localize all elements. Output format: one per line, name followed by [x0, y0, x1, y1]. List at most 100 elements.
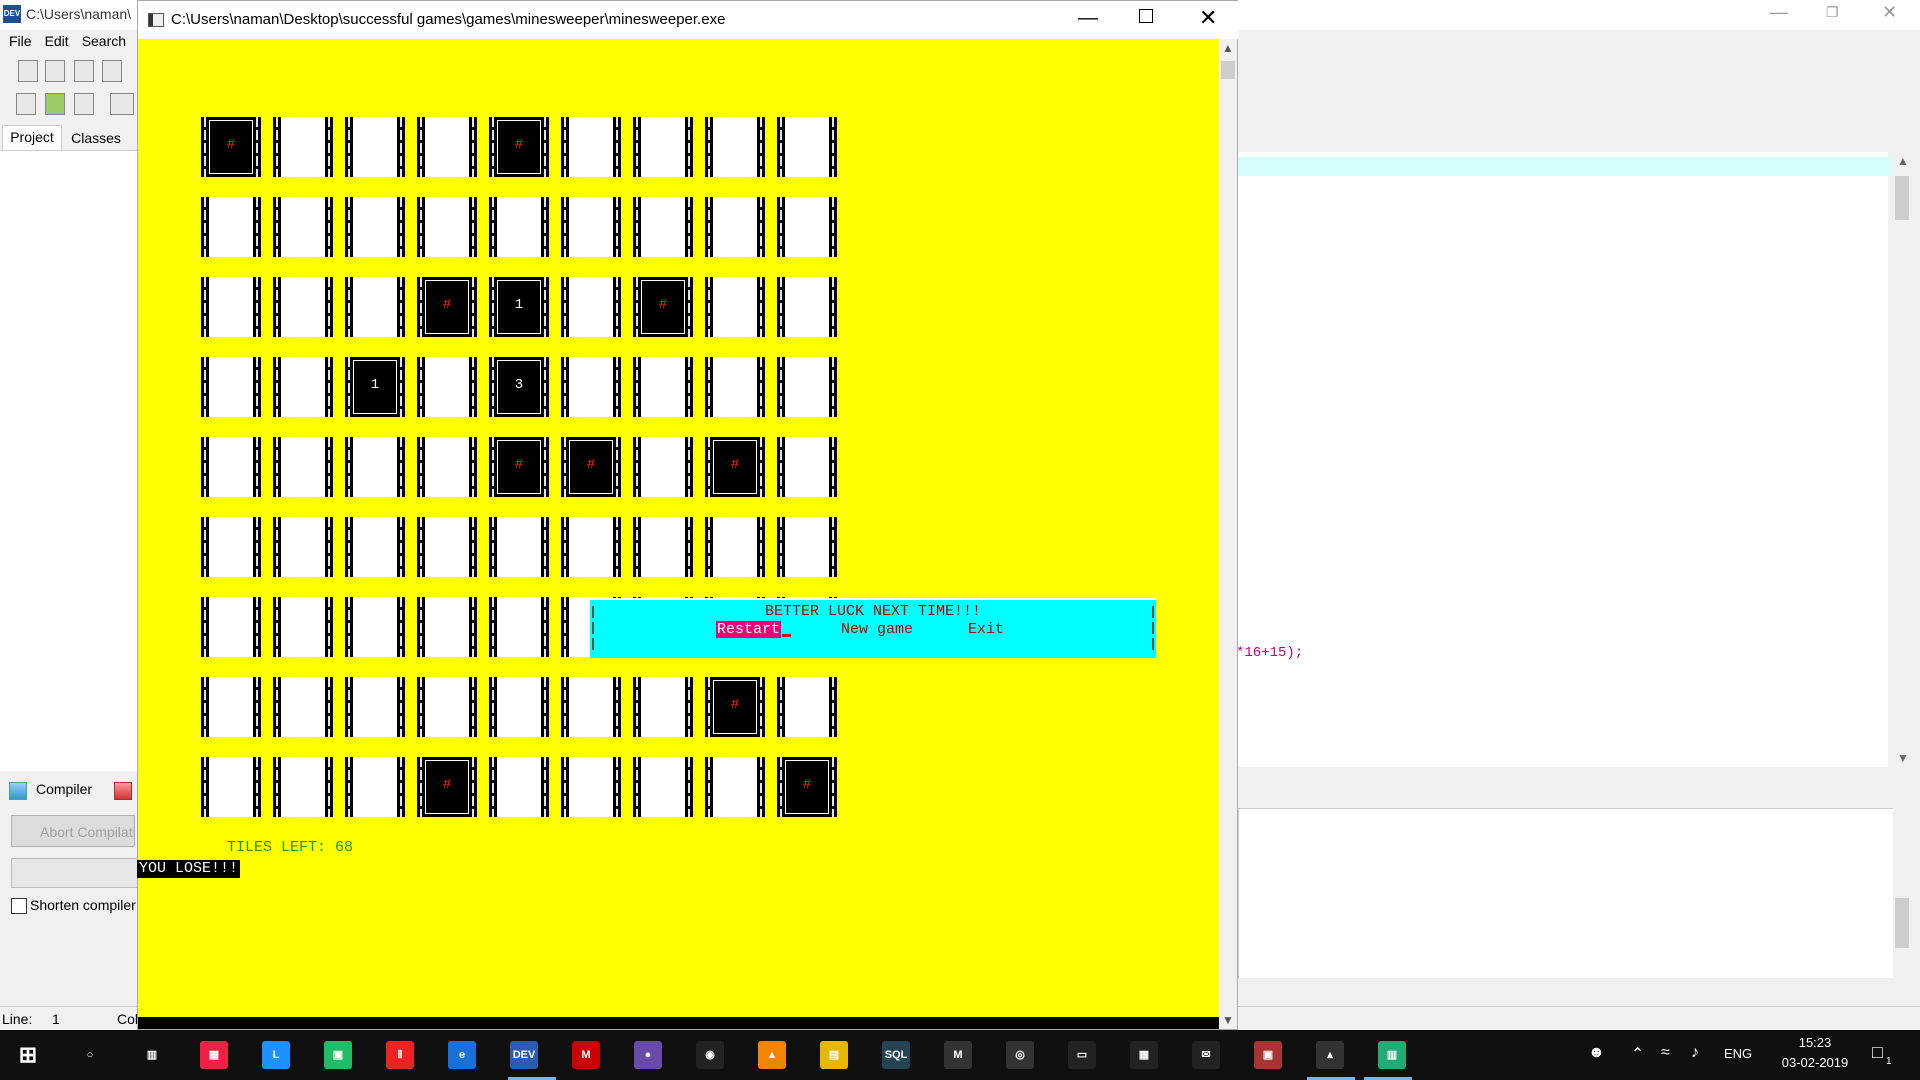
mcafee-icon[interactable]: M [572, 1041, 600, 1069]
hidden-tile[interactable] [633, 357, 693, 417]
hidden-tile[interactable] [345, 517, 405, 577]
ide-minimize-icon[interactable]: — [1770, 2, 1788, 23]
file-explorer-icon[interactable]: ▤ [820, 1041, 848, 1069]
abort-compilation-button[interactable]: Abort Compilation [11, 815, 135, 847]
notification-icon[interactable]: □ [1872, 1042, 1883, 1063]
mine-tile[interactable]: # [633, 277, 693, 337]
mine-tile[interactable]: # [489, 437, 549, 497]
compiler-tab[interactable]: Compiler [0, 777, 137, 803]
hidden-tile[interactable] [705, 757, 765, 817]
mysql-icon[interactable]: SQL [882, 1041, 910, 1069]
output-scroll-thumb[interactable] [1895, 898, 1909, 948]
mine-tile[interactable]: # [561, 437, 621, 497]
scroll-thumb[interactable] [1895, 176, 1909, 220]
people-icon[interactable]: ☻ [1588, 1044, 1605, 1062]
hidden-tile[interactable] [489, 677, 549, 737]
store-icon[interactable]: ▣ [324, 1041, 352, 1069]
edge-icon[interactable]: e [448, 1041, 476, 1069]
save-all-icon[interactable] [102, 60, 122, 82]
ide-restore-icon[interactable]: ❐ [1826, 4, 1839, 21]
hidden-tile[interactable] [201, 517, 261, 577]
resources-icon[interactable] [114, 782, 132, 800]
mine-tile[interactable]: # [417, 277, 477, 337]
hidden-tile[interactable] [201, 597, 261, 657]
toolbar-icon-c[interactable] [74, 93, 94, 115]
start-icon[interactable]: ⊞ [14, 1041, 42, 1069]
photos-icon[interactable]: ▴ [1316, 1041, 1344, 1069]
hidden-tile[interactable] [201, 437, 261, 497]
hidden-tile[interactable] [201, 757, 261, 817]
maximize-icon[interactable] [1139, 9, 1153, 23]
red-app-icon[interactable]: Ⅱ [386, 1041, 414, 1069]
tiles-app-icon[interactable]: ▦ [200, 1041, 228, 1069]
clock-date[interactable]: 03-02-2019 [1780, 1055, 1850, 1070]
hidden-tile[interactable] [561, 357, 621, 417]
cortana-icon[interactable]: ○ [76, 1041, 104, 1069]
volume-icon[interactable]: ♪ [1691, 1044, 1699, 1062]
camera-icon[interactable]: ◉ [696, 1041, 724, 1069]
hidden-tile[interactable] [201, 197, 261, 257]
console-scroll-up-icon[interactable]: ▲ [1222, 41, 1234, 55]
hidden-tile[interactable] [417, 437, 477, 497]
mine-tile[interactable]: # [777, 757, 837, 817]
hidden-tile[interactable] [561, 117, 621, 177]
hidden-tile[interactable] [345, 197, 405, 257]
network-icon[interactable]: ≈ [1661, 1044, 1670, 1062]
hidden-tile[interactable] [705, 197, 765, 257]
hidden-tile[interactable] [561, 277, 621, 337]
hidden-tile[interactable] [273, 277, 333, 337]
cmd-icon[interactable]: ▭ [1068, 1041, 1096, 1069]
hidden-tile[interactable] [417, 597, 477, 657]
toolbar-icon-d[interactable] [110, 93, 134, 115]
hidden-tile[interactable] [201, 677, 261, 737]
editor-scrollbar[interactable]: ▲ ▼ [1893, 152, 1911, 767]
console-app-icon[interactable]: ▥ [1378, 1041, 1406, 1069]
mine-tile[interactable]: # [489, 117, 549, 177]
hidden-tile[interactable] [777, 197, 837, 257]
shorten-paths-checkbox[interactable] [11, 898, 27, 914]
open-file-icon[interactable] [45, 60, 65, 82]
hidden-tile[interactable] [705, 357, 765, 417]
hidden-tile[interactable] [705, 277, 765, 337]
exit-button[interactable]: Exit [968, 621, 1004, 638]
hidden-tile[interactable] [273, 117, 333, 177]
hidden-tile[interactable] [561, 197, 621, 257]
hidden-tile[interactable] [777, 437, 837, 497]
mine-tile[interactable]: # [417, 757, 477, 817]
hidden-tile[interactable] [345, 117, 405, 177]
minimize-icon[interactable]: — [1078, 7, 1098, 30]
hidden-tile[interactable] [417, 117, 477, 177]
output-hscrollbar[interactable] [1238, 978, 1893, 994]
eclipse-icon[interactable]: ● [634, 1041, 662, 1069]
task-view-icon[interactable]: ▥ [138, 1041, 166, 1069]
number-tile[interactable]: 1 [345, 357, 405, 417]
hidden-tile[interactable] [489, 197, 549, 257]
calculator-icon[interactable]: ▦ [1130, 1041, 1158, 1069]
mail-icon[interactable]: ✉ [1192, 1041, 1220, 1069]
scroll-up-icon[interactable]: ▲ [1897, 154, 1909, 168]
menu-file[interactable]: File [9, 33, 32, 49]
hidden-tile[interactable] [345, 597, 405, 657]
mine-tile[interactable]: # [201, 117, 261, 177]
hidden-tile[interactable] [633, 437, 693, 497]
console-scroll-down-icon[interactable]: ▼ [1222, 1013, 1234, 1027]
hidden-tile[interactable] [777, 677, 837, 737]
console-titlebar[interactable]: C:\Users\naman\Desktop\successful games\… [138, 1, 1239, 39]
console-scrollbar[interactable]: ▲ ▼ [1219, 39, 1237, 1029]
hidden-tile[interactable] [633, 757, 693, 817]
groove-icon[interactable]: ◎ [1006, 1041, 1034, 1069]
tab-classes[interactable]: Classes [64, 127, 128, 149]
hidden-tile[interactable] [417, 357, 477, 417]
mine-tile[interactable]: # [705, 677, 765, 737]
office-icon[interactable]: ▣ [1254, 1041, 1282, 1069]
hidden-tile[interactable] [273, 757, 333, 817]
console-scroll-thumb[interactable] [1221, 61, 1235, 79]
hidden-tile[interactable] [633, 677, 693, 737]
close-icon[interactable]: ✕ [1199, 5, 1217, 31]
number-tile[interactable]: 1 [489, 277, 549, 337]
hidden-tile[interactable] [705, 117, 765, 177]
hidden-tile[interactable] [633, 517, 693, 577]
hidden-tile[interactable] [777, 277, 837, 337]
new-file-icon[interactable] [18, 60, 38, 82]
menu-search[interactable]: Search [82, 33, 126, 49]
